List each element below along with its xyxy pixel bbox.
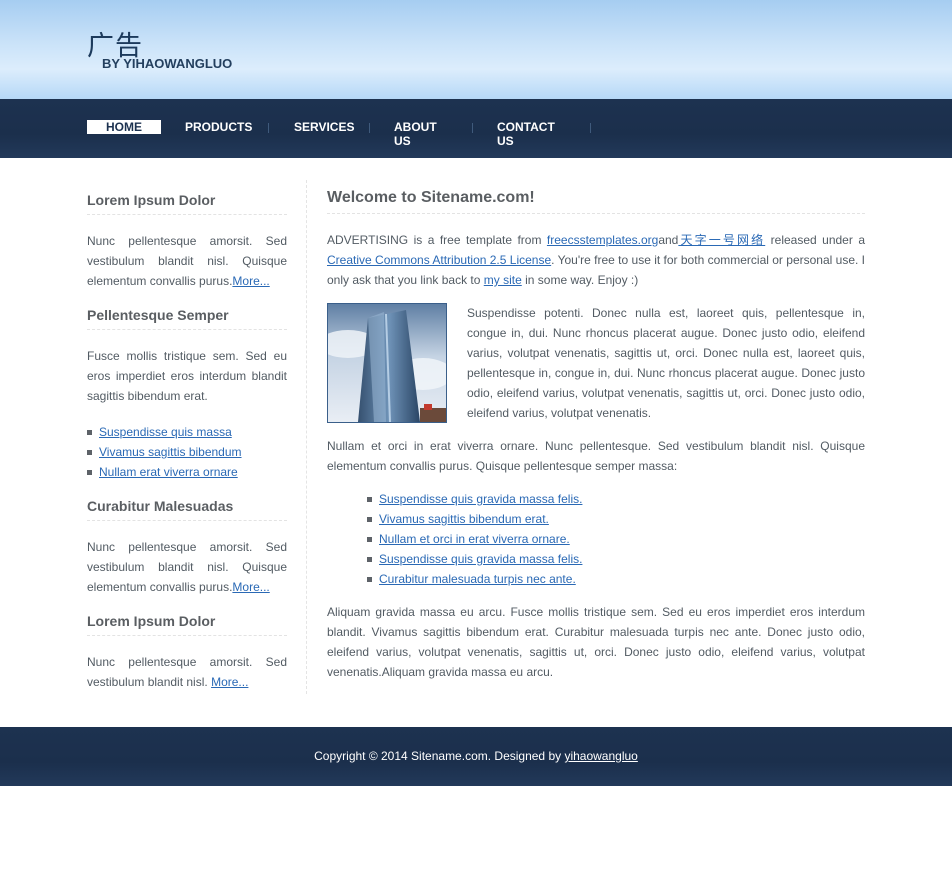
body-paragraph: Aliquam gravida massa eu arcu. Fusce mol…	[327, 605, 865, 679]
sidebar-heading: Lorem Ipsum Dolor	[87, 192, 287, 215]
freecsstemplates-link[interactable]: freecsstemplates.org	[547, 233, 658, 247]
nav-item-about-us[interactable]: ABOUT US	[394, 120, 437, 148]
list-item: Nullam erat viverra ornare	[87, 462, 287, 482]
square-bullet-icon	[367, 517, 372, 522]
list-item: Suspendisse quis massa	[87, 422, 287, 442]
sidebar-heading: Pellentesque Semper	[87, 307, 287, 330]
nav-separator	[590, 123, 591, 133]
sidebar-link[interactable]: Nullam erat viverra ornare	[99, 465, 238, 479]
square-bullet-icon	[367, 577, 372, 582]
nav-item-products[interactable]: PRODUCTS	[185, 120, 252, 134]
more-link[interactable]: More...	[232, 274, 269, 288]
license-link[interactable]: Creative Commons Attribution 2.5 License	[327, 253, 551, 267]
copyright-text: Copyright © 2014 Sitename.com. Designed …	[314, 749, 565, 763]
designer-link[interactable]: yihaowangluo	[564, 749, 637, 763]
square-bullet-icon	[367, 557, 372, 562]
nav-separator	[369, 123, 370, 133]
intro-paragraph: ADVERTISING is a free template from free…	[327, 233, 865, 287]
column-divider	[306, 180, 307, 694]
content-link[interactable]: Curabitur malesuada turpis nec ante.	[379, 572, 576, 586]
more-link[interactable]: More...	[232, 580, 269, 594]
site-subtitle: BY YIHAOWANGLUO	[102, 56, 233, 71]
content-link[interactable]: Suspendisse quis gravida massa felis.	[379, 492, 582, 506]
sidebar-heading: Curabitur Malesuadas	[87, 498, 287, 521]
square-bullet-icon	[87, 450, 92, 455]
site-footer: Copyright © 2014 Sitename.com. Designed …	[0, 727, 952, 786]
nav-item-home[interactable]: HOME	[87, 120, 161, 134]
more-link[interactable]: More...	[211, 675, 248, 689]
sidebar-heading: Lorem Ipsum Dolor	[87, 613, 287, 636]
main-nav: HOME PRODUCTS SERVICES ABOUT US CONTACT …	[0, 99, 952, 158]
content-link-list: Suspendisse quis gravida massa felis. Vi…	[367, 489, 865, 589]
list-item: Suspendisse quis gravida massa felis.	[367, 489, 865, 509]
sidebar-text: Nunc pellentesque amorsit. Sed vestibulu…	[87, 234, 287, 288]
list-item: Curabitur malesuada turpis nec ante.	[367, 569, 865, 589]
nav-item-contact-us[interactable]: CONTACT US	[497, 120, 555, 148]
my-site-link[interactable]: my site	[484, 273, 522, 287]
yihao-link[interactable]: 天字一号网络	[678, 233, 765, 247]
main-content: Welcome to Sitename.com! ADVERTISING is …	[327, 189, 865, 695]
list-item: Vivamus sagittis bibendum	[87, 442, 287, 462]
nav-separator	[268, 123, 269, 133]
content-link[interactable]: Vivamus sagittis bibendum erat.	[379, 512, 549, 526]
nav-item-services[interactable]: SERVICES	[294, 120, 354, 134]
sidebar-text: Nunc pellentesque amorsit. Sed vestibulu…	[87, 540, 287, 594]
site-header: 广告 BY YIHAOWANGLUO	[0, 0, 952, 99]
nav-separator	[472, 123, 473, 133]
page-title: Welcome to Sitename.com!	[327, 189, 865, 214]
sidebar-link[interactable]: Suspendisse quis massa	[99, 425, 232, 439]
content-link[interactable]: Nullam et orci in erat viverra ornare.	[379, 532, 570, 546]
square-bullet-icon	[367, 537, 372, 542]
list-item: Suspendisse quis gravida massa felis.	[367, 549, 865, 569]
building-image	[328, 304, 446, 422]
list-item: Vivamus sagittis bibendum erat.	[367, 509, 865, 529]
building-photo	[327, 303, 447, 423]
square-bullet-icon	[87, 470, 92, 475]
sidebar-text: Nunc pellentesque amorsit. Sed vestibulu…	[87, 655, 287, 689]
square-bullet-icon	[367, 497, 372, 502]
sidebar-link[interactable]: Vivamus sagittis bibendum	[99, 445, 242, 459]
square-bullet-icon	[87, 430, 92, 435]
list-item: Nullam et orci in erat viverra ornare.	[367, 529, 865, 549]
content-link[interactable]: Suspendisse quis gravida massa felis.	[379, 552, 582, 566]
sidebar: Lorem Ipsum Dolor Nunc pellentesque amor…	[87, 192, 287, 708]
sidebar-link-list: Suspendisse quis massa Vivamus sagittis …	[87, 422, 287, 482]
body-paragraph: Nullam et orci in erat viverra ornare. N…	[327, 439, 865, 473]
sidebar-text: Fusce mollis tristique sem. Sed eu eros …	[87, 349, 287, 403]
